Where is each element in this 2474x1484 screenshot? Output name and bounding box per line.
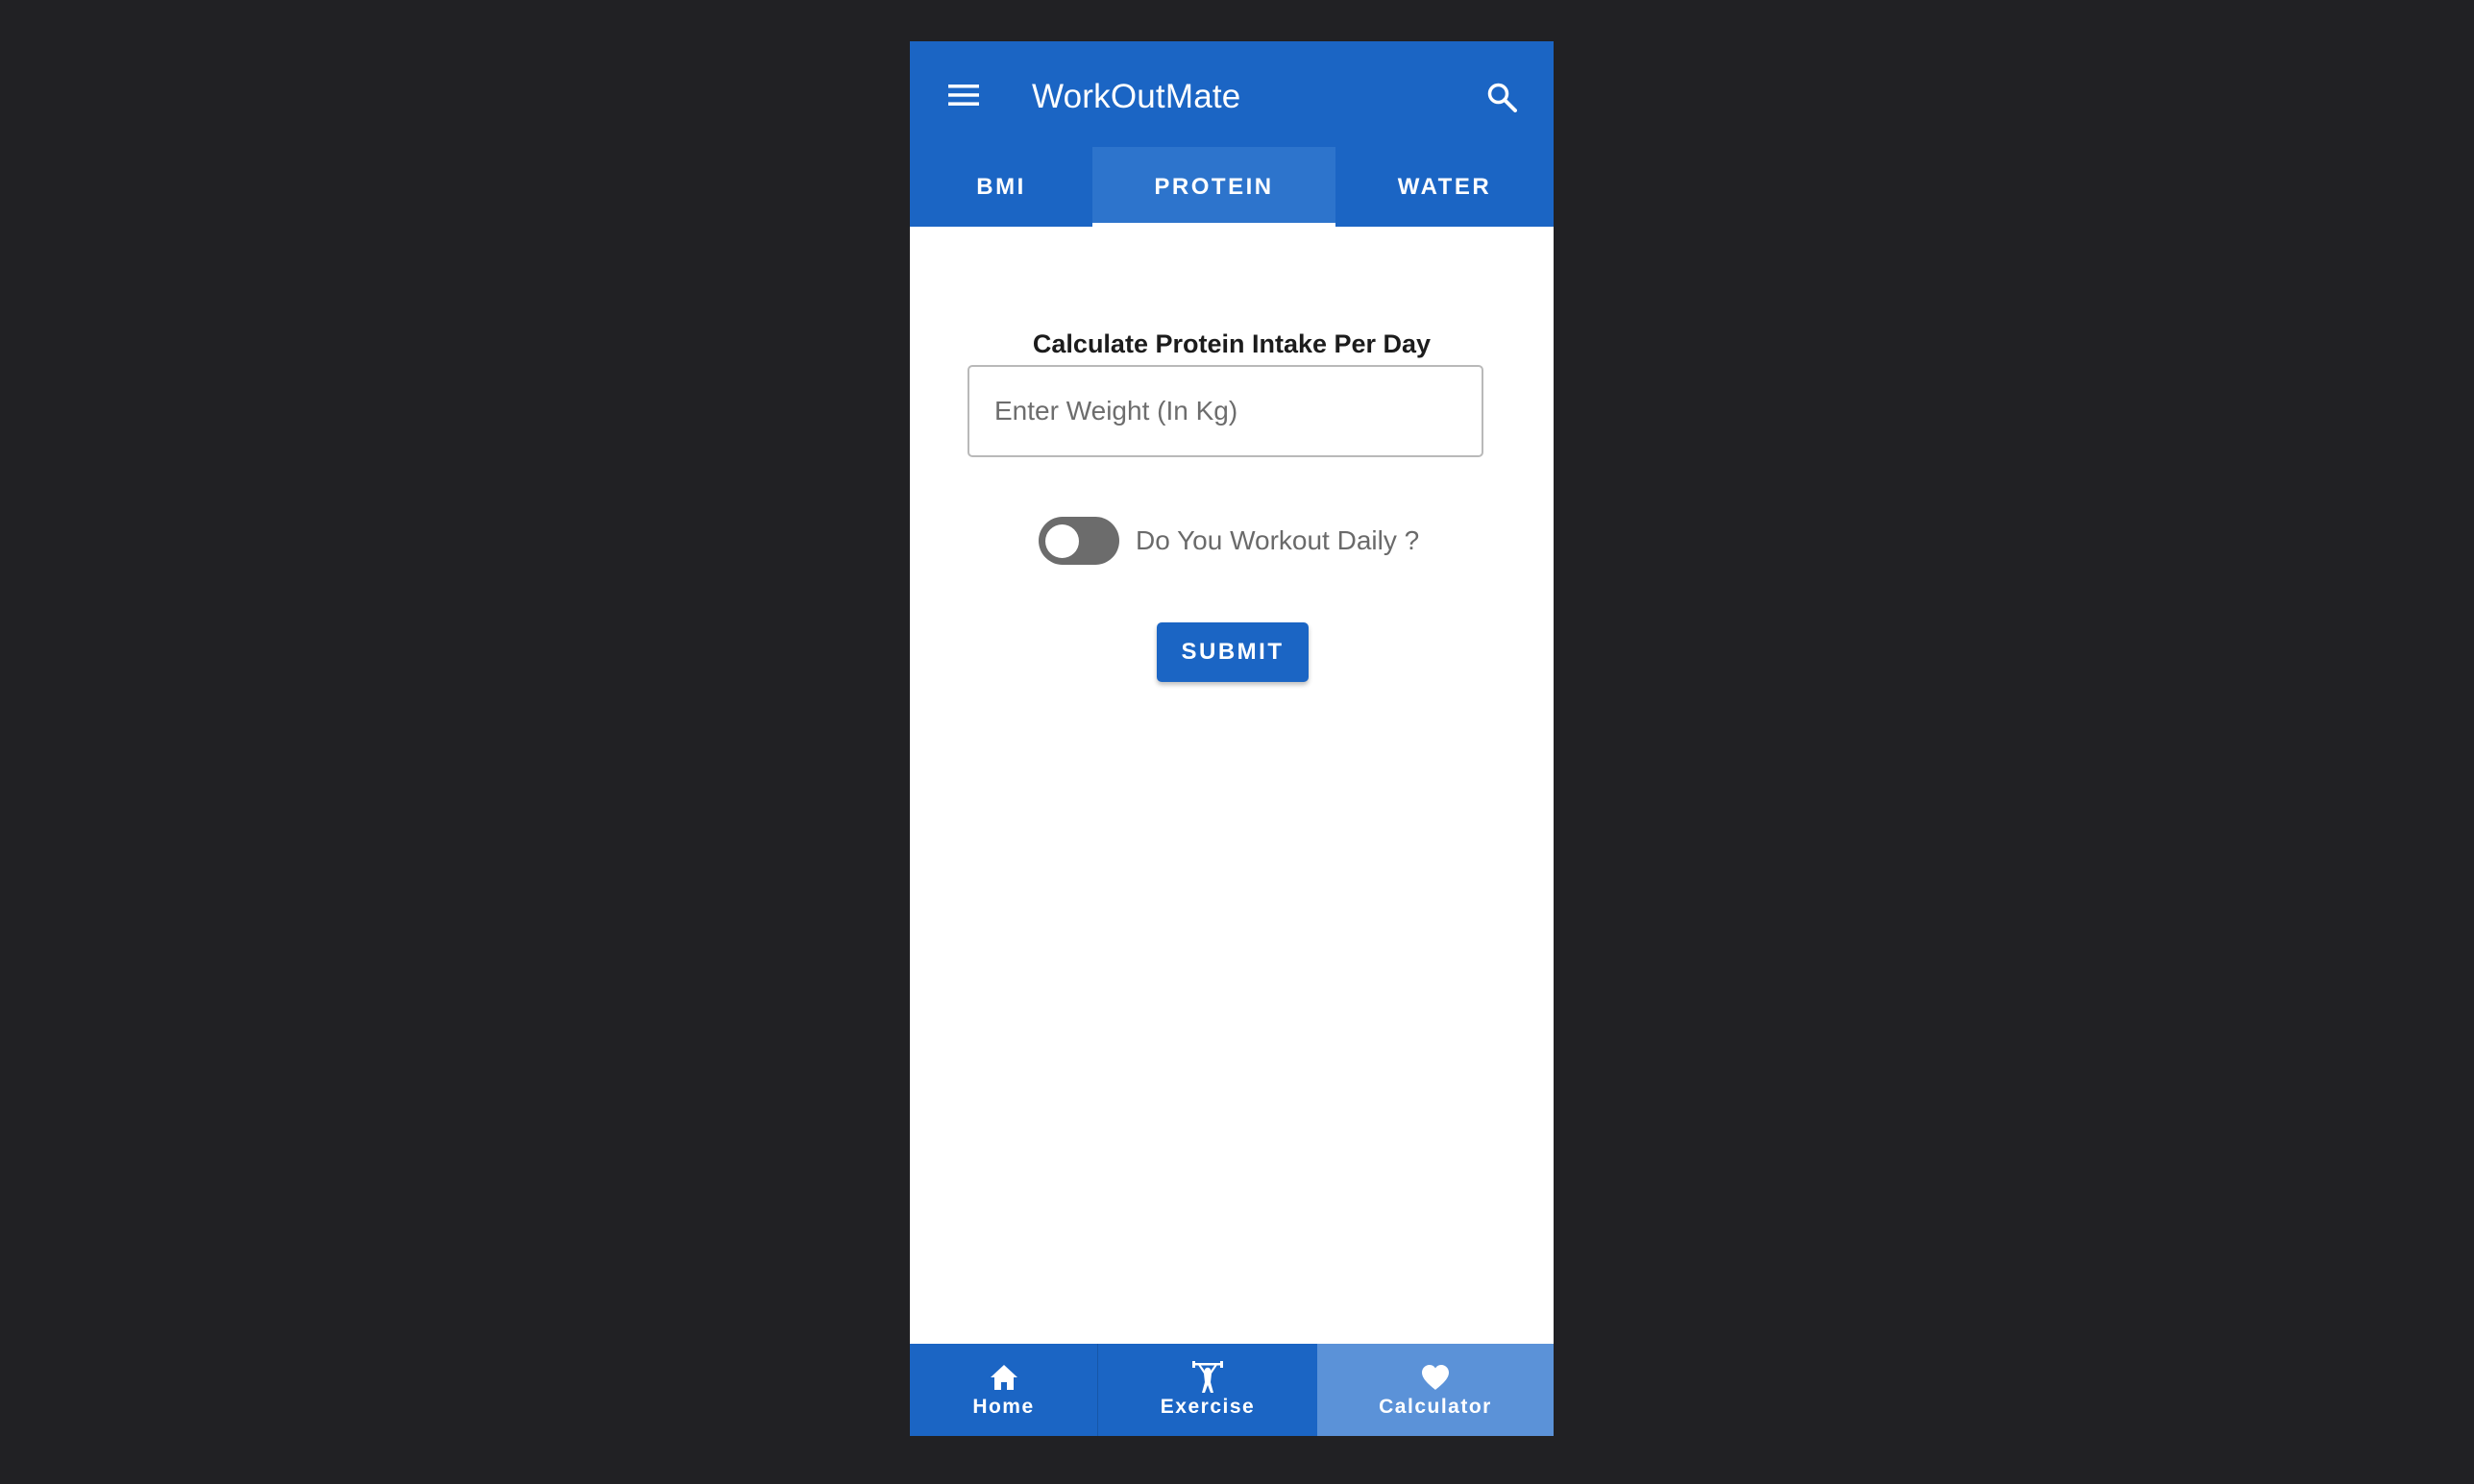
nav-home-label: Home	[972, 1396, 1035, 1418]
menu-icon	[948, 85, 979, 106]
home-icon	[990, 1365, 1017, 1390]
search-icon	[1487, 83, 1517, 112]
menu-button[interactable]	[937, 68, 991, 122]
protein-form-title: Calculate Protein Intake Per Day	[1032, 329, 1432, 358]
workout-toggle-label: Do You Workout Daily ?	[1136, 525, 1420, 555]
weight-input[interactable]	[968, 365, 1483, 457]
workout-daily-toggle[interactable]	[1039, 517, 1119, 565]
tab-water[interactable]: WATER	[1335, 147, 1554, 227]
tab-protein[interactable]: PROTEIN	[1092, 147, 1335, 227]
calculator-tabs: BMI PROTEIN WATER	[910, 147, 1554, 227]
workout-toggle-row: Do You Workout Daily ?	[1039, 517, 1419, 565]
nav-home[interactable]: Home	[910, 1344, 1098, 1436]
nav-exercise-label: Exercise	[1160, 1396, 1256, 1418]
app-screen: WorkOutMate BMI PROTEIN WATER Calculate …	[910, 41, 1554, 1436]
nav-exercise[interactable]: Exercise	[1098, 1344, 1317, 1436]
submit-button[interactable]: SUBMIT	[1157, 622, 1309, 682]
app-bar: WorkOutMate BMI PROTEIN WATER	[910, 41, 1554, 227]
tab-bmi[interactable]: BMI	[910, 147, 1092, 227]
nav-calculator-label: Calculator	[1379, 1396, 1492, 1418]
toggle-knob	[1045, 524, 1079, 558]
app-title: WorkOutMate	[1032, 78, 1241, 115]
weightlifter-icon	[1192, 1361, 1223, 1393]
selected-tab-indicator	[1092, 223, 1335, 227]
nav-calculator[interactable]: Calculator	[1317, 1344, 1554, 1436]
search-button[interactable]	[1473, 68, 1531, 126]
heart-icon	[1422, 1365, 1449, 1390]
bottom-navigation: Home Exercise Calculator	[910, 1344, 1554, 1436]
